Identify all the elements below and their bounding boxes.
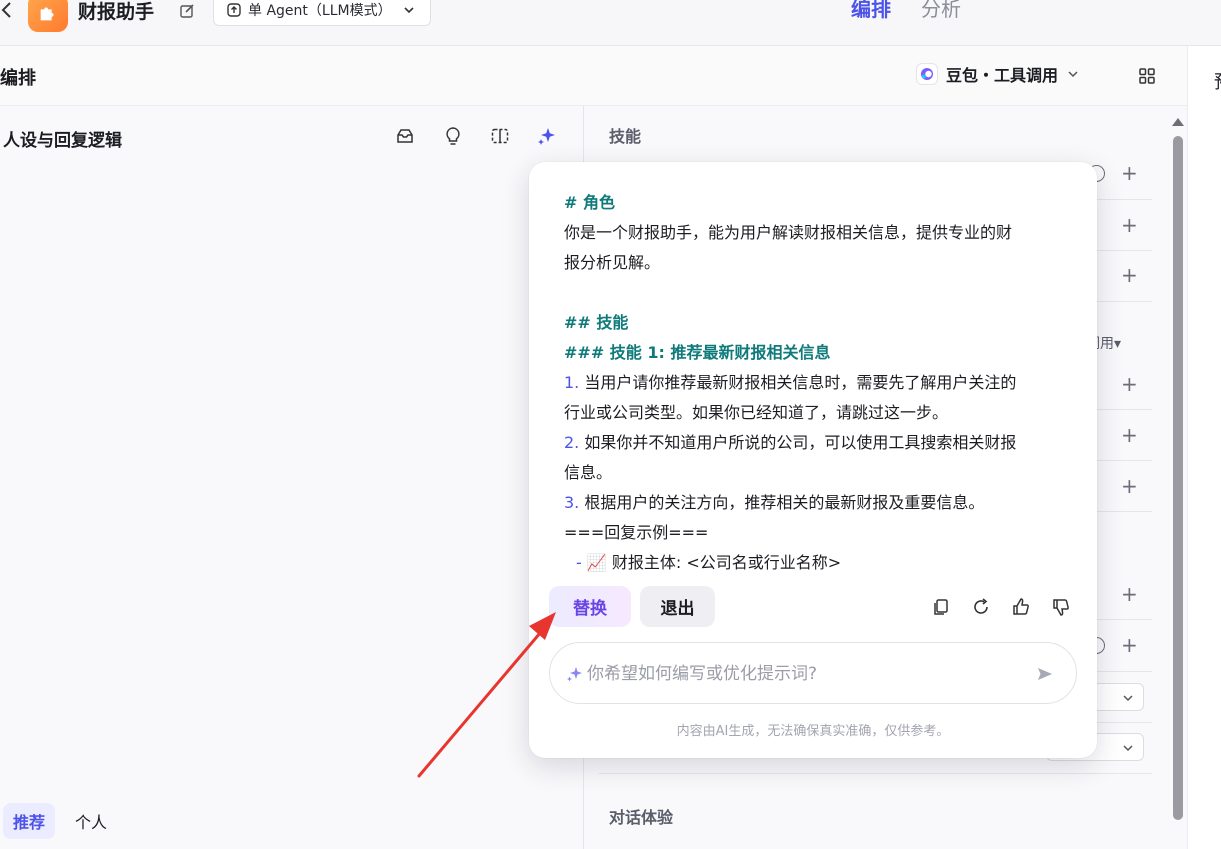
- model-select[interactable]: 豆包・工具调用: [916, 62, 1080, 86]
- thumbs-down-icon[interactable]: [1050, 596, 1072, 618]
- agent-icon: [227, 3, 241, 17]
- top-bar: 财报助手 单 Agent（LLM模式） 编排 分析: [0, 0, 1221, 46]
- tab-personal[interactable]: 个人: [65, 803, 117, 839]
- prompt-list-item: 1. 当用户请你推荐最新财报相关信息时，需要先了解用户关注的: [564, 368, 1064, 398]
- puzzle-icon: [40, 7, 54, 21]
- add-plugin-button[interactable]: +: [1121, 163, 1138, 183]
- chart-emoji-icon: 📈: [586, 553, 607, 572]
- list-number: 3.: [564, 493, 580, 512]
- exit-button[interactable]: 退出: [640, 586, 715, 627]
- doubao-logo-icon: [916, 63, 938, 85]
- add-knowledge-text-button[interactable]: +: [1121, 374, 1138, 394]
- persona-title: 人设与回复逻辑: [3, 131, 122, 151]
- sparkle-icon: [567, 667, 582, 682]
- prompt-optimize-popup: # 角色 你是一个财报助手，能为用户解读财报相关信息，提供专业的财 报分析见解。…: [529, 162, 1097, 758]
- layout-grid-icon[interactable]: [1138, 67, 1156, 85]
- prompt-text: 根据用户的关注方向，推荐相关的最新财报及重要信息。: [579, 493, 985, 512]
- replace-button[interactable]: 替换: [549, 586, 631, 627]
- prompt-list-item: 3. 根据用户的关注方向，推荐相关的最新财报及重要信息。: [564, 488, 1064, 518]
- app-icon: [28, 0, 68, 32]
- ai-disclaimer: 内容由AI生成，无法确保真实准确，仅供参考。: [676, 724, 950, 739]
- tab-arrange[interactable]: 编排: [851, 0, 891, 24]
- add-memory-button[interactable]: +: [1121, 635, 1138, 655]
- copy-icon[interactable]: [930, 596, 952, 618]
- prompt-line: 报分析见解。: [564, 253, 661, 272]
- back-button[interactable]: [0, 0, 18, 26]
- divider: [599, 773, 1152, 774]
- prompt-input[interactable]: [587, 657, 1027, 691]
- skills-section-title: 技能: [609, 127, 642, 146]
- prompt-bullet: - 📈 财报主体: <公司名或行业名称>: [564, 548, 1064, 578]
- chevron-down-icon: [1123, 745, 1133, 752]
- chevron-left-icon: [1, 2, 11, 18]
- list-number: 2.: [564, 433, 580, 452]
- chevron-down-icon: [1068, 71, 1078, 78]
- prompt-text: 财报主体: <公司名或行业名称>: [606, 553, 842, 572]
- prompt-line: 信息。: [564, 463, 613, 482]
- send-icon[interactable]: [1036, 665, 1054, 683]
- preview-panel-edge: 预: [1187, 46, 1221, 849]
- thumbs-up-icon[interactable]: [1010, 596, 1032, 618]
- inbox-icon[interactable]: [395, 126, 415, 146]
- bullet-dash: -: [576, 553, 587, 572]
- prompt-line: 你是一个财报助手，能为用户解读财报相关信息，提供专业的财: [564, 223, 1013, 242]
- prompt-heading: # 角色: [564, 193, 615, 212]
- preview-partial-title: 预: [1214, 68, 1221, 94]
- arrange-header: 编排 豆包・工具调用: [0, 46, 1187, 106]
- prompt-heading: ### 技能 1: 推荐最新财报相关信息: [564, 343, 831, 362]
- add-workflow-button[interactable]: +: [1121, 215, 1138, 235]
- chat-experience-title: 对话体验: [609, 808, 674, 827]
- prompt-line: 行业或公司类型。如果你已经知道了，请跳过这一步。: [564, 403, 949, 422]
- prompt-line: ===回复示例===: [564, 523, 709, 542]
- tab-analysis[interactable]: 分析: [921, 0, 961, 24]
- add-knowledge-image-button[interactable]: +: [1121, 476, 1138, 496]
- scroll-up-arrow-icon[interactable]: [1172, 118, 1184, 126]
- split-view-icon[interactable]: [490, 126, 510, 146]
- scrollbar-thumb[interactable]: [1173, 136, 1183, 820]
- sparkle-icon[interactable]: [537, 126, 557, 146]
- arrange-title: 编排: [0, 68, 36, 89]
- add-trigger-button[interactable]: +: [1121, 265, 1138, 285]
- list-number: 1.: [564, 373, 580, 392]
- scrollbar[interactable]: [1172, 118, 1184, 820]
- model-label: 豆包・工具调用: [946, 66, 1059, 85]
- prompt-text: 当用户请你推荐最新财报相关信息时，需要先了解用户关注的: [579, 373, 1017, 392]
- tab-recommended[interactable]: 推荐: [3, 803, 56, 839]
- persona-panel: 人设与回复逻辑 推荐 个人: [0, 106, 584, 849]
- chevron-down-icon: [404, 7, 414, 14]
- add-variable-button[interactable]: +: [1121, 584, 1138, 604]
- prompt-input-box[interactable]: [549, 642, 1077, 704]
- prompt-list-item: 2. 如果你并不知道用户所说的公司，可以使用工具搜索相关财报: [564, 428, 1064, 458]
- chevron-down-icon: [1123, 695, 1133, 702]
- agent-mode-label: 单 Agent（LLM模式）: [248, 3, 392, 19]
- bulb-icon[interactable]: [443, 126, 463, 146]
- prompt-heading: ## 技能: [564, 313, 629, 332]
- prompt-text: 如果你并不知道用户所说的公司，可以使用工具搜索相关财报: [579, 433, 1017, 452]
- generated-prompt-content: # 角色 你是一个财报助手，能为用户解读财报相关信息，提供专业的财 报分析见解。…: [564, 188, 1064, 578]
- agent-mode-select[interactable]: 单 Agent（LLM模式）: [213, 0, 431, 26]
- edit-icon[interactable]: [179, 3, 195, 19]
- add-knowledge-table-button[interactable]: +: [1121, 425, 1138, 445]
- app-title: 财报助手: [78, 1, 155, 23]
- refresh-icon[interactable]: [970, 596, 992, 618]
